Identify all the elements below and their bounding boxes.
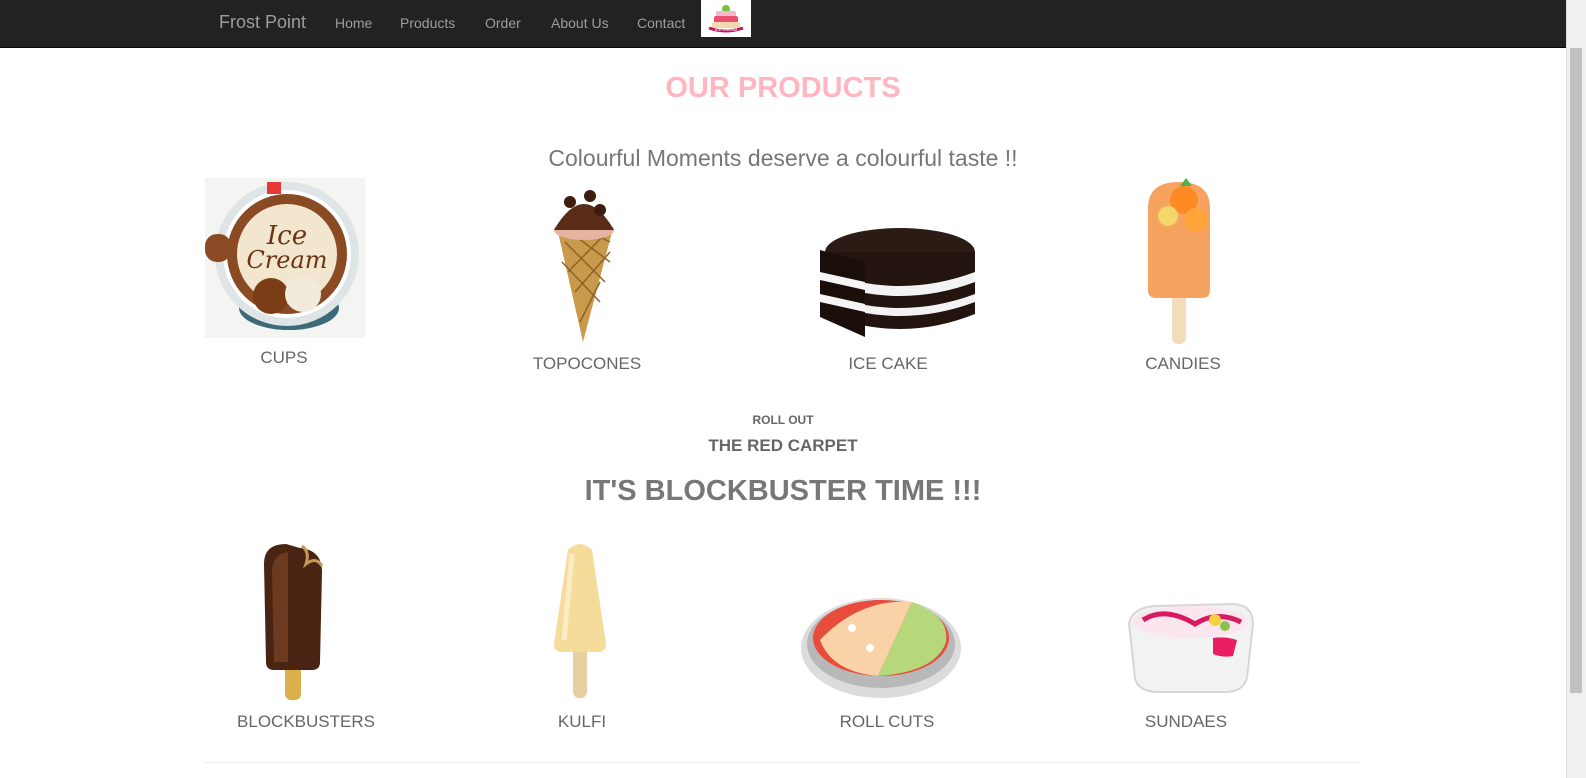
product-label-sundaes[interactable]: SUNDAES (1145, 712, 1227, 732)
candies-image[interactable] (1140, 178, 1218, 346)
nav-order[interactable]: Order (485, 15, 521, 31)
nav-contact[interactable]: Contact (637, 15, 685, 31)
nav-products[interactable]: Products (400, 15, 455, 31)
divider (205, 762, 1361, 763)
logo-text: ICE CREAM (715, 27, 737, 32)
cups-image[interactable]: Ice Cream (205, 178, 365, 338)
sundaes-image[interactable] (1125, 600, 1255, 696)
nav-home[interactable]: Home (335, 15, 372, 31)
roll-cuts-image[interactable] (800, 588, 962, 702)
svg-text:Cream: Cream (246, 246, 327, 274)
product-label-roll-cuts[interactable]: ROLL CUTS (840, 712, 935, 732)
blockbusters-image[interactable] (258, 542, 328, 702)
product-label-candies[interactable]: CANDIES (1145, 354, 1221, 374)
blockbuster-heading: IT'S BLOCKBUSTER TIME !!! (584, 475, 982, 507)
kulfi-image[interactable] (550, 540, 610, 700)
product-label-cups[interactable]: CUPS (260, 348, 307, 368)
red-carpet-text: THE RED CARPET (708, 436, 858, 455)
navbar: Frost Point Home Products Order About Us… (0, 0, 1566, 48)
topocones-image[interactable] (540, 182, 630, 342)
roll-out-text: ROLL OUT (752, 413, 814, 427)
ice-cream-logo[interactable]: ICE CREAM (701, 0, 751, 37)
scrollbar-thumb[interactable] (1570, 48, 1582, 693)
brand-link[interactable]: Frost Point (219, 12, 306, 33)
ice-cake-image[interactable] (815, 222, 980, 344)
page-title: OUR PRODUCTS (665, 72, 901, 104)
product-label-ice-cake[interactable]: ICE CAKE (848, 354, 927, 374)
product-label-blockbusters[interactable]: BLOCKBUSTERS (237, 712, 375, 732)
product-label-topocones[interactable]: TOPOCONES (533, 354, 641, 374)
product-label-kulfi[interactable]: KULFI (558, 712, 606, 732)
tagline: Colourful Moments deserve a colourful ta… (548, 145, 1018, 171)
nav-about-us[interactable]: About Us (551, 15, 609, 31)
